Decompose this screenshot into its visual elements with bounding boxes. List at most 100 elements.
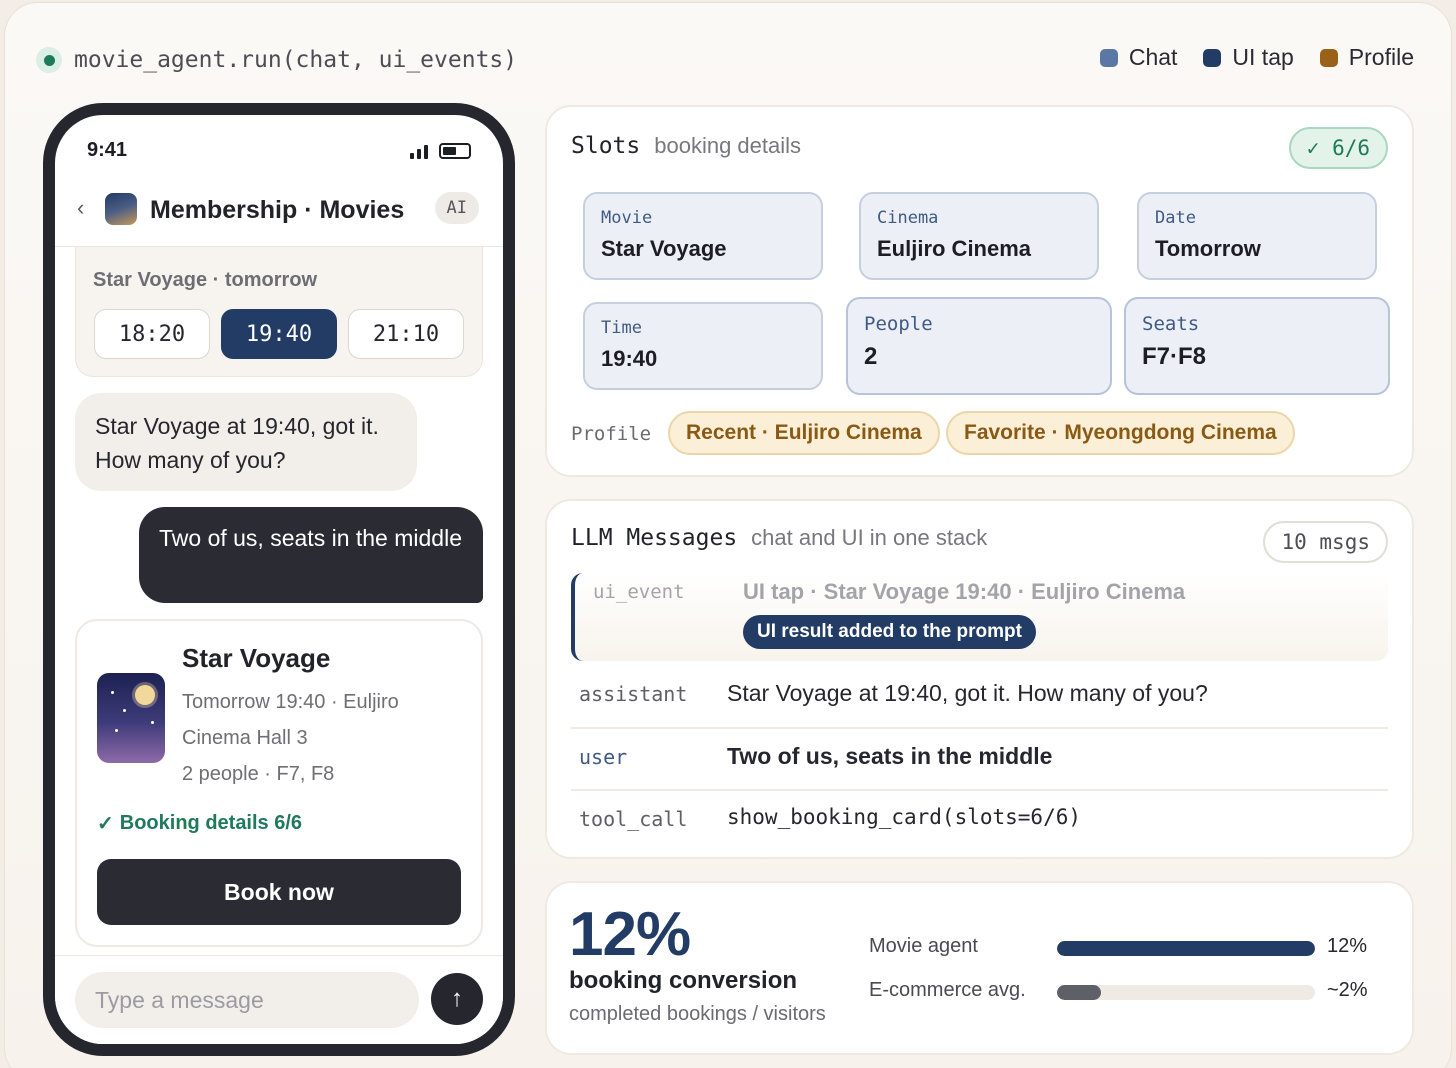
back-chevron-icon[interactable]: ‹ [77,195,84,221]
bar-fill [1057,941,1315,956]
messages-count-badge: 10 msgs [1263,521,1388,563]
message-role: ui_event [593,581,685,603]
slot-label: Cinema [877,208,939,228]
status-time: 9:41 [87,139,128,161]
slot-people: People 2 [846,297,1112,395]
legend-item-profile: Profile [1319,44,1414,71]
ui-event-row: ui_event UI tap · Star Voyage 19:40 · Eu… [571,573,1388,661]
booking-detail-line: Cinema Hall 3 [182,727,308,749]
star-icon [151,721,154,724]
message-row-assistant: assistant Star Voyage at 19:40, got it. … [571,666,1388,726]
slot-value: Euljiro Cinema [877,236,1032,261]
legend-label: Chat [1128,44,1178,70]
slot-label: People [864,313,933,335]
messages-title: LLM Messages [571,525,738,551]
message-row-tool-call: tool_call show_booking_card(slots=6/6) [571,789,1388,849]
slots-complete-badge: ✓ 6/6 [1288,127,1388,169]
booking-card: Star Voyage Tomorrow 19:40 · Euljiro Cin… [75,619,483,947]
slot-label: Time [601,318,642,338]
conversion-subtitle: completed bookings / visitors [569,1003,826,1025]
legend-label: Profile [1348,44,1414,70]
ui-event-text: UI tap · Star Voyage 19:40 · Euljiro Cin… [743,579,1186,604]
message-text: Two of us, seats in the middle [727,743,1053,769]
showtime-option[interactable]: 21:10 [348,309,464,359]
tool-call-text: show_booking_card(slots=6/6) [727,805,1082,829]
showtime-option-selected[interactable]: 19:40 [221,309,337,359]
bar-value: 12% [1327,935,1368,957]
book-now-button[interactable]: Book now [97,859,461,925]
signal-icon [410,143,428,159]
phone-mockup: 9:41 ‹ Membership · Movies AI Star Voyag… [43,103,515,1056]
message-role: user [579,745,628,769]
star-icon [111,691,114,694]
app-avatar [105,193,137,225]
booking-status-text: Booking details 6/6 [119,812,303,834]
booking-detail-line: Tomorrow 19:40 · Euljiro [182,691,399,713]
agent-call-text: movie_agent.run(chat, ui_events) [74,47,518,73]
battery-icon [439,143,471,159]
assistant-bubble: Star Voyage at 19:40, got it. How many o… [75,393,417,491]
star-icon [115,729,118,732]
showtime-card-title: Star Voyage · tomorrow [93,269,318,291]
slots-panel-header: Slots booking details [571,133,801,159]
legend-swatch [1099,48,1118,67]
conversion-panel: 12% booking conversion completed booking… [545,881,1414,1055]
slot-value: 19:40 [601,346,658,371]
slots-subtitle: booking details [654,133,802,158]
showtime-options: 18:20 19:40 21:10 [94,309,464,359]
message-role: tool_call [579,807,688,831]
status-bar: 9:41 [55,137,503,163]
showtime-card: Star Voyage · tomorrow 18:20 19:40 21:10 [75,247,483,377]
slot-time: Time 19:40 [583,302,823,390]
profile-tag-favorite: Favorite · Myeongdong Cinema [946,411,1295,455]
bar-track [1057,941,1315,956]
showtime-option[interactable]: 18:20 [94,309,210,359]
slot-value: Tomorrow [1155,236,1261,261]
status-dot-icon [36,47,62,73]
slots-panel: Slots booking details ✓ 6/6 Movie Star Vo… [545,105,1414,477]
profile-tag-recent: Recent · Euljiro Cinema [668,411,940,455]
profile-label: Profile [571,423,652,445]
legend: Chat UI tap Profile [1099,44,1414,71]
star-icon [123,709,126,712]
ai-badge: AI [434,192,479,224]
booking-status: ✓ Booking details 6/6 [97,811,302,836]
slot-cinema: Cinema Euljiro Cinema [859,192,1099,280]
bar-row-ecommerce-avg: E-commerce avg. ~2% [869,977,1368,1007]
slot-label: Seats [1142,313,1200,335]
ui-result-tag: UI result added to the prompt [743,615,1036,649]
messages-panel-header: LLM Messages chat and UI in one stack [571,525,987,551]
bar-track [1057,985,1315,1000]
message-row-user: user Two of us, seats in the middle [571,727,1388,787]
message-input[interactable] [75,972,419,1028]
bar-name: Movie agent [869,935,978,957]
llm-messages-panel: LLM Messages chat and UI in one stack 10 … [545,499,1414,859]
send-arrow-icon[interactable]: ↑ [431,973,483,1025]
bar-name: E-commerce avg. [869,979,1026,1001]
message-text: Star Voyage at 19:40, got it. How many o… [727,680,1208,706]
slot-value: 2 [864,343,878,370]
slots-title: Slots [571,133,641,159]
booking-movie-title: Star Voyage [182,643,331,673]
legend-item-chat: Chat [1099,44,1178,71]
conversion-label: booking conversion [569,967,798,994]
booking-detail-line: 2 people · F7, F8 [182,763,335,785]
agent-call-header: movie_agent.run(chat, ui_events) [36,44,517,76]
slot-value: F7·F8 [1142,343,1207,370]
legend-item-ui-tap: UI tap [1203,44,1294,71]
legend-label: UI tap [1232,44,1294,70]
legend-swatch [1319,48,1338,67]
bar-value: ~2% [1327,979,1368,1001]
conversion-value: 12% [569,900,691,969]
movie-poster [97,673,165,763]
slot-seats: Seats F7·F8 [1124,297,1390,395]
slot-date: Date Tomorrow [1137,192,1377,280]
moon-icon [135,685,155,705]
legend-swatch [1203,48,1222,67]
phone-screen: 9:41 ‹ Membership · Movies AI Star Voyag… [55,115,503,1044]
slot-label: Movie [601,208,653,228]
app-title: Membership · Movies [150,196,405,224]
slot-label: Date [1155,208,1196,228]
message-role: assistant [579,682,688,706]
bar-fill [1057,985,1101,1000]
